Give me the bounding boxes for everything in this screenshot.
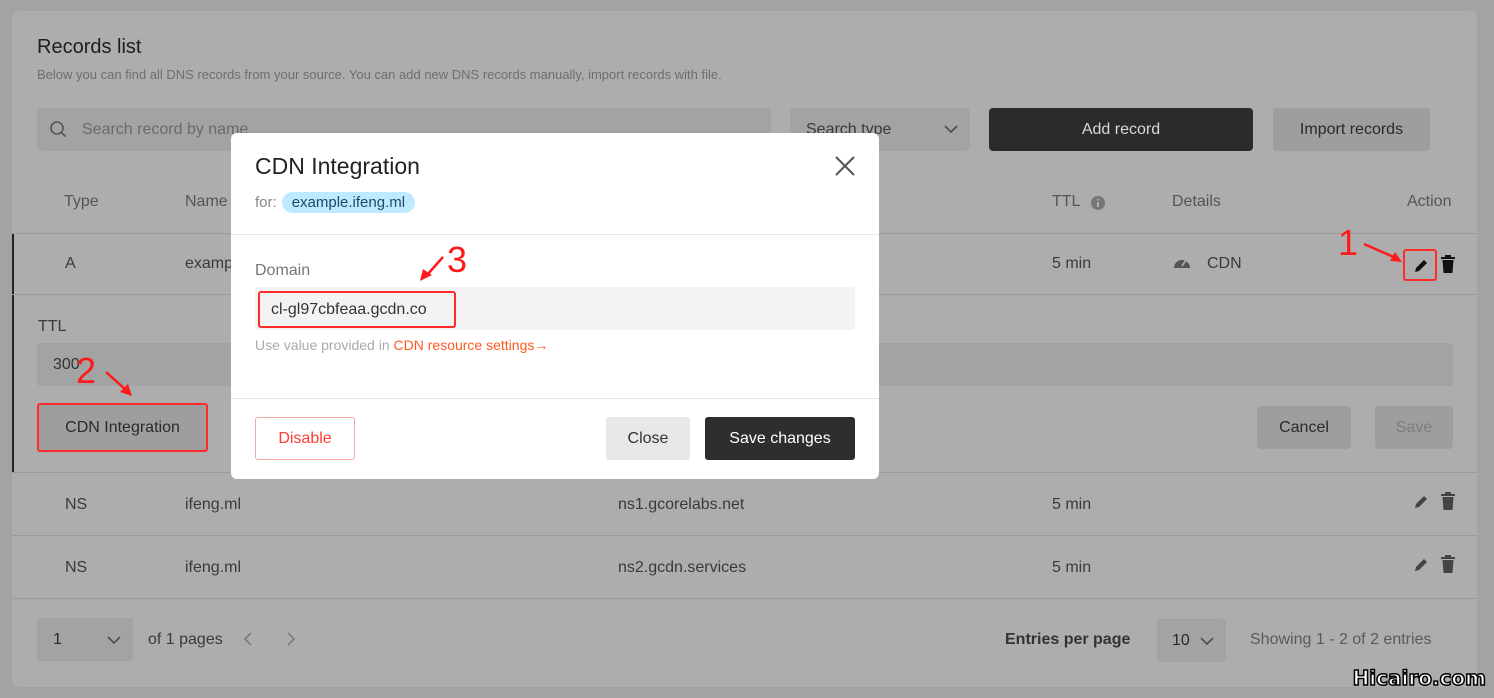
close-button[interactable]: Close bbox=[606, 417, 690, 460]
chevron-down-icon bbox=[944, 125, 958, 134]
annotation-arrow bbox=[420, 256, 444, 281]
trash-icon[interactable] bbox=[1440, 492, 1456, 511]
domain-value: cl-gl97cbfeaa.gcdn.co bbox=[271, 301, 427, 318]
row-type: NS bbox=[65, 559, 88, 576]
save-changes-button[interactable]: Save changes bbox=[705, 417, 855, 460]
chevron-right-icon[interactable] bbox=[286, 632, 296, 646]
pencil-icon bbox=[1415, 260, 1427, 272]
domain-tag: example.ifeng.ml bbox=[281, 192, 416, 213]
header-ttl: TTL bbox=[1052, 193, 1081, 210]
page-subtitle: Below you can find all DNS records from … bbox=[37, 67, 722, 82]
search-icon bbox=[50, 121, 67, 138]
entries-label: Entries per page bbox=[1005, 631, 1131, 648]
entries-value: 10 bbox=[1172, 632, 1190, 649]
header-details: Details bbox=[1172, 193, 1221, 210]
pencil-icon[interactable] bbox=[1412, 556, 1430, 574]
pencil-icon[interactable] bbox=[1412, 493, 1430, 511]
trash-icon[interactable] bbox=[1440, 555, 1456, 574]
row-ttl: 5 min bbox=[1052, 496, 1092, 513]
search-placeholder: Search record by name bbox=[82, 121, 249, 138]
chevron-left-icon[interactable] bbox=[243, 632, 253, 646]
page-select[interactable]: 1 bbox=[37, 618, 133, 661]
cdn-integration-button[interactable]: CDN Integration bbox=[37, 403, 208, 452]
domain-label: Domain bbox=[255, 262, 311, 279]
entries-select[interactable]: 10 bbox=[1157, 619, 1226, 662]
add-record-button[interactable]: Add record bbox=[989, 108, 1253, 151]
row-type: NS bbox=[65, 496, 88, 513]
divider bbox=[12, 598, 1477, 599]
page-value: 1 bbox=[53, 631, 62, 648]
chevron-down-icon bbox=[1200, 637, 1214, 646]
watermark: Hicairo.com bbox=[1352, 665, 1487, 691]
trash-icon[interactable] bbox=[1440, 255, 1456, 274]
edit-button[interactable] bbox=[1403, 249, 1437, 281]
edit-record-panel-border bbox=[12, 234, 14, 473]
chevron-down-icon bbox=[107, 636, 121, 645]
modal-title: CDN Integration bbox=[255, 153, 420, 179]
divider bbox=[231, 234, 879, 235]
save-button[interactable]: Save bbox=[1375, 406, 1453, 449]
domain-value-highlight: cl-gl97cbfeaa.gcdn.co bbox=[258, 291, 456, 328]
row-name: ifeng.ml bbox=[185, 496, 242, 513]
annotation-arrow bbox=[105, 371, 132, 396]
annotation-1: 1 bbox=[1338, 222, 1359, 263]
row-value: ns2.gcdn.services bbox=[618, 559, 747, 576]
annotation-arrow bbox=[1363, 242, 1402, 262]
row-type: A bbox=[65, 255, 76, 272]
ttl-label: TTL bbox=[38, 318, 67, 335]
import-records-button[interactable]: Import records bbox=[1273, 108, 1430, 151]
for-label: for: bbox=[255, 194, 277, 211]
hint-text: Use value provided in bbox=[255, 337, 390, 353]
showing-text: Showing 1 - 2 of 2 entries bbox=[1250, 631, 1432, 648]
divider bbox=[231, 398, 879, 399]
annotation-3: 3 bbox=[447, 239, 468, 280]
info-icon[interactable] bbox=[1090, 195, 1106, 211]
cancel-button[interactable]: Cancel bbox=[1257, 406, 1351, 449]
row-value: ns1.gcorelabs.net bbox=[618, 496, 745, 513]
row-ttl: 5 min bbox=[1052, 559, 1092, 576]
of-pages: of 1 pages bbox=[148, 631, 223, 648]
speedometer-icon bbox=[1174, 259, 1190, 268]
cdn-integration-modal: CDN Integration for: example.ifeng.ml Do… bbox=[231, 133, 879, 479]
header-type: Type bbox=[64, 193, 99, 210]
row-ttl: 5 min bbox=[1052, 255, 1092, 272]
annotation-2: 2 bbox=[76, 350, 97, 391]
header-action: Action bbox=[1407, 193, 1452, 210]
divider bbox=[12, 535, 1477, 536]
close-icon[interactable] bbox=[834, 155, 856, 177]
page-title: Records list bbox=[37, 36, 142, 58]
row-details: CDN bbox=[1207, 255, 1242, 272]
row-name: ifeng.ml bbox=[185, 559, 242, 576]
disable-button[interactable]: Disable bbox=[255, 417, 355, 460]
header-name: Name bbox=[185, 193, 228, 210]
cdn-resource-settings-link[interactable]: CDN resource settings→ bbox=[394, 337, 549, 353]
